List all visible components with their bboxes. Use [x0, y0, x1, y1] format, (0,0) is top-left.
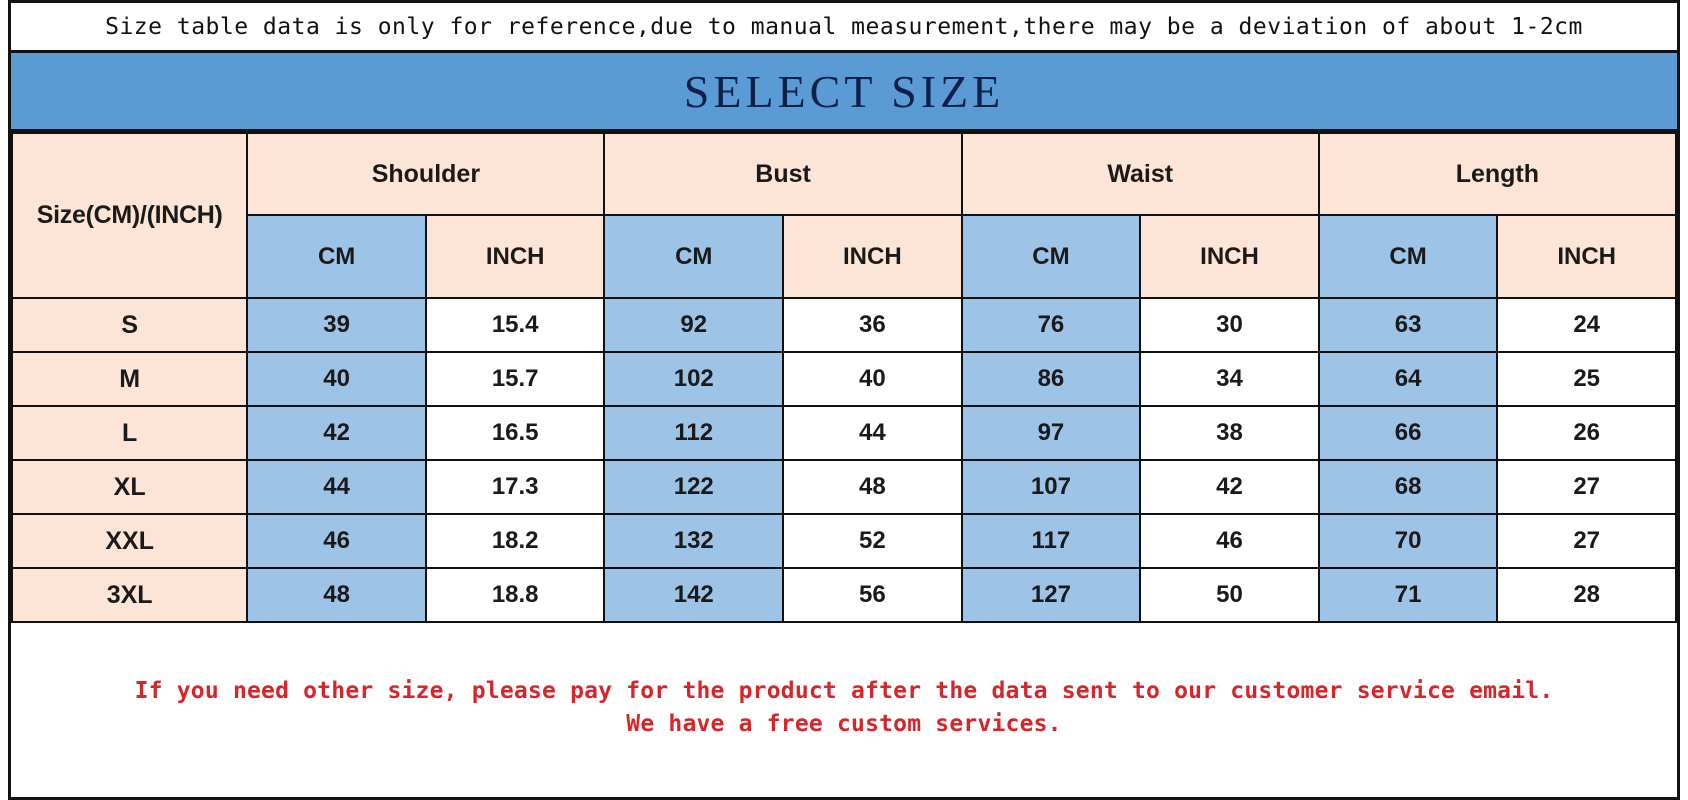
waist-inch-value: 50: [1139, 567, 1320, 623]
shoulder-cm-value: 40: [246, 351, 427, 407]
waist-cm-value: 86: [960, 351, 1142, 407]
length-cm-value: 70: [1317, 513, 1499, 569]
bust-cm-value: 142: [603, 567, 785, 623]
shoulder-cm-value: 44: [246, 459, 427, 515]
size-column-header: Size(CM)/(INCH): [10, 132, 249, 299]
waist-cm-value: 127: [960, 567, 1142, 623]
waist-inch-value: 42: [1139, 459, 1320, 515]
shoulder-inch-value: 15.4: [424, 297, 606, 353]
length-inch-value: 27: [1496, 459, 1677, 515]
waist-cm-value: 76: [960, 297, 1142, 353]
shoulder-cm-value: 42: [246, 405, 427, 461]
group-header-bust: Bust: [603, 132, 963, 216]
length-inch-value: 26: [1496, 405, 1677, 461]
page-title: SELECT SIZE: [683, 65, 1005, 117]
unit-header-bust-cm: CM: [603, 214, 785, 299]
group-header-shoulder: Shoulder: [246, 132, 606, 216]
bust-inch-value: 52: [782, 513, 963, 569]
disclaimer-bar: Size table data is only for reference,du…: [8, 0, 1680, 50]
waist-inch-value: 46: [1139, 513, 1320, 569]
size-table: Size(CM)/(INCH) Shoulder Bust Waist Leng…: [10, 132, 1678, 623]
bust-inch-value: 48: [782, 459, 963, 515]
table-head: Size(CM)/(INCH) Shoulder Bust Waist Leng…: [10, 132, 1678, 299]
custom-size-note-line-2: We have a free custom services.: [626, 711, 1062, 737]
unit-header-waist-inch: INCH: [1139, 214, 1320, 299]
shoulder-inch-value: 18.2: [424, 513, 606, 569]
unit-header-shoulder-cm: CM: [246, 214, 427, 299]
waist-inch-value: 30: [1139, 297, 1320, 353]
waist-cm-value: 97: [960, 405, 1142, 461]
table-row: XL 44 17.3 122 48 107 42 68 27: [10, 459, 1677, 515]
size-label: XL: [10, 459, 249, 515]
disclaimer-text: Size table data is only for reference,du…: [105, 13, 1583, 40]
shoulder-inch-value: 18.8: [424, 567, 606, 623]
length-inch-value: 24: [1496, 297, 1677, 353]
bust-cm-value: 132: [603, 513, 785, 569]
shoulder-inch-value: 16.5: [424, 405, 606, 461]
size-label: M: [10, 351, 249, 407]
bust-inch-value: 44: [782, 405, 963, 461]
table-row: S 39 15.4 92 36 76 30 63 24: [10, 297, 1677, 353]
waist-inch-value: 34: [1139, 351, 1320, 407]
table-row: XXL 46 18.2 132 52 117 46 70 27: [10, 513, 1677, 569]
length-cm-value: 64: [1317, 351, 1499, 407]
title-band: SELECT SIZE: [8, 50, 1680, 132]
bust-inch-value: 36: [782, 297, 963, 353]
table-wrapper: Size(CM)/(INCH) Shoulder Bust Waist Leng…: [8, 132, 1680, 623]
size-label: L: [10, 405, 249, 461]
waist-cm-value: 107: [960, 459, 1142, 515]
group-header-waist: Waist: [960, 132, 1320, 216]
table-row: M 40 15.7 102 40 86 34 64 25: [10, 351, 1677, 407]
length-inch-value: 25: [1496, 351, 1677, 407]
table-body: S 39 15.4 92 36 76 30 63 24 M 40 15.7 10…: [10, 297, 1677, 623]
shoulder-inch-value: 15.7: [424, 351, 606, 407]
table-row: 3XL 48 18.8 142 56 127 50 71 28: [10, 567, 1677, 623]
table-head-row-groups: Size(CM)/(INCH) Shoulder Bust Waist Leng…: [10, 132, 1678, 299]
length-inch-value: 27: [1496, 513, 1677, 569]
unit-header-length-cm: CM: [1317, 214, 1499, 299]
length-cm-value: 63: [1317, 297, 1499, 353]
waist-inch-value: 38: [1139, 405, 1320, 461]
length-cm-value: 71: [1317, 567, 1499, 623]
shoulder-inch-value: 17.3: [424, 459, 606, 515]
unit-header-length-inch: INCH: [1496, 214, 1677, 299]
length-cm-value: 68: [1317, 459, 1499, 515]
shoulder-cm-value: 39: [246, 297, 427, 353]
unit-header-waist-cm: CM: [960, 214, 1142, 299]
bust-cm-value: 102: [603, 351, 785, 407]
unit-header-bust-inch: INCH: [782, 214, 963, 299]
shoulder-cm-value: 48: [246, 567, 427, 623]
bust-inch-value: 56: [782, 567, 963, 623]
length-inch-value: 28: [1496, 567, 1677, 623]
group-header-length: Length: [1317, 132, 1678, 216]
shoulder-cm-value: 46: [246, 513, 427, 569]
custom-size-note: If you need other size, please pay for t…: [8, 623, 1680, 800]
bust-cm-value: 112: [603, 405, 785, 461]
size-label: 3XL: [10, 567, 249, 623]
length-cm-value: 66: [1317, 405, 1499, 461]
table-row: L 42 16.5 112 44 97 38 66 26: [10, 405, 1677, 461]
table-head-row-units: CM INCH CM INCH CM INCH CM INCH: [12, 214, 1677, 299]
size-label: S: [10, 297, 249, 353]
bust-cm-value: 122: [603, 459, 785, 515]
bust-cm-value: 92: [603, 297, 785, 353]
size-label: XXL: [10, 513, 249, 569]
size-chart-root: Size table data is only for reference,du…: [0, 0, 1688, 800]
custom-size-note-line-1: If you need other size, please pay for t…: [134, 677, 1554, 704]
waist-cm-value: 117: [960, 513, 1142, 569]
bust-inch-value: 40: [782, 351, 963, 407]
unit-header-shoulder-inch: INCH: [424, 214, 606, 299]
